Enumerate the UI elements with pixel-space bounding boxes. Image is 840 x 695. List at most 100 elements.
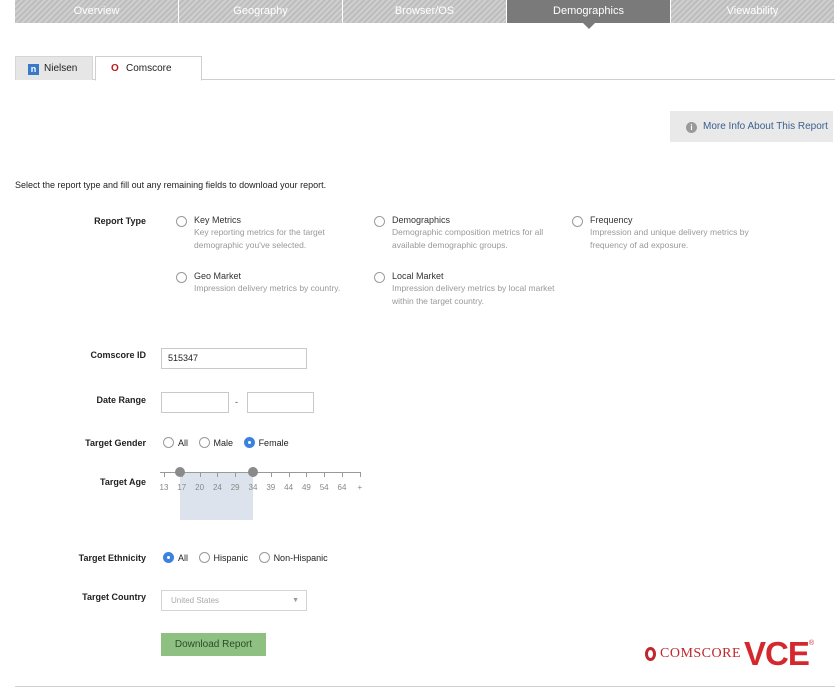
report-type-frequency[interactable]: Frequency Impression and unique delivery… — [572, 215, 762, 252]
tab-demographics-label: Demographics — [553, 5, 624, 17]
target-country-select[interactable]: United States ▼ — [161, 590, 307, 611]
ethnicity-hispanic-label: Hispanic — [213, 553, 249, 563]
age-tick-mark — [164, 472, 165, 477]
age-tick-mark — [342, 472, 343, 477]
radio-ethnicity-hispanic[interactable] — [198, 552, 210, 563]
age-tick-label: 20 — [195, 483, 205, 492]
radio-key-metrics[interactable] — [176, 216, 187, 227]
age-min-handle[interactable] — [175, 467, 185, 477]
target-age-label: Target Age — [99, 477, 146, 487]
tab-comscore[interactable]: O Comscore — [95, 56, 202, 81]
option-description: Impression and unique delivery metrics b… — [590, 227, 749, 250]
top-nav: Overview Geography Browser/OS Demographi… — [15, 0, 835, 29]
footer-divider — [15, 686, 835, 687]
date-range-separator: - — [235, 397, 238, 407]
radio-frequency[interactable] — [572, 216, 583, 227]
tab-demographics[interactable]: Demographics — [507, 0, 671, 29]
target-country-label: Target Country — [82, 592, 146, 602]
gender-all-label: All — [178, 438, 189, 448]
option-title: Frequency — [590, 215, 633, 225]
age-tick-label: + — [357, 483, 363, 492]
target-country-value: United States — [171, 596, 220, 605]
ethnicity-non-hispanic-label: Non-Hispanic — [273, 553, 328, 563]
tab-overview[interactable]: Overview — [15, 0, 179, 23]
nielsen-logo-icon: n — [28, 64, 39, 75]
tab-browser-os[interactable]: Browser/OS — [343, 0, 507, 23]
target-gender-label: Target Gender — [85, 438, 146, 448]
vce-wordmark: VCE — [744, 635, 810, 672]
age-tick-label: 44 — [284, 483, 294, 492]
option-description: Impression delivery metrics by country. — [194, 283, 341, 293]
target-ethnicity-options: All Hispanic Non-Hispanic — [163, 552, 336, 563]
radio-gender-all[interactable] — [163, 437, 174, 448]
age-tick-mark — [199, 472, 201, 477]
date-range-start-input[interactable] — [161, 392, 229, 413]
age-tick-label: 39 — [266, 483, 276, 492]
radio-ethnicity-all[interactable] — [163, 552, 174, 563]
date-range-end-input[interactable] — [247, 392, 314, 413]
age-tick-label: 24 — [212, 483, 222, 492]
option-title: Key Metrics — [194, 215, 242, 225]
ethnicity-all-label: All — [178, 553, 189, 563]
tab-viewability[interactable]: Viewability — [671, 0, 835, 23]
age-slider-track[interactable] — [160, 472, 360, 473]
age-range-selection — [180, 472, 253, 520]
age-tick-mark — [306, 472, 308, 477]
radio-gender-female[interactable] — [243, 437, 255, 448]
ethnicity-option-hispanic[interactable]: Hispanic — [198, 552, 249, 563]
report-type-key-metrics[interactable]: Key Metrics Key reporting metrics for th… — [176, 215, 366, 252]
gender-female-label: Female — [258, 438, 289, 448]
option-description: Demographic composition metrics for all … — [392, 227, 544, 250]
comscore-id-input[interactable]: 515347 — [161, 348, 307, 369]
comscore-logo-icon: O — [111, 63, 119, 74]
radio-local-market[interactable] — [374, 272, 385, 283]
age-max-handle[interactable] — [248, 467, 258, 477]
age-tick-label: 17 — [177, 483, 187, 492]
gender-option-all[interactable]: All — [163, 437, 188, 448]
age-tick-label: 29 — [230, 483, 240, 492]
report-type-label: Report Type — [94, 216, 146, 226]
age-tick-mark — [217, 472, 219, 477]
download-report-button[interactable]: Download Report — [161, 633, 266, 656]
age-tick-mark — [324, 472, 326, 477]
report-type-local-market[interactable]: Local Market Impression delivery metrics… — [374, 271, 564, 308]
option-title: Geo Market — [194, 271, 242, 281]
gender-male-label: Male — [213, 438, 234, 448]
date-range-label: Date Range — [96, 395, 146, 405]
age-tick-mark — [288, 472, 290, 477]
comscore-id-label: Comscore ID — [90, 350, 146, 360]
age-tick-label: 54 — [319, 483, 329, 492]
tab-nielsen-label: Nielsen — [44, 63, 78, 74]
radio-gender-male[interactable] — [198, 437, 210, 448]
target-gender-options: All Male Female — [163, 437, 297, 448]
comscore-mark-icon — [645, 647, 656, 661]
active-tab-caret-icon — [582, 23, 595, 29]
age-tick-label: 34 — [248, 483, 258, 492]
more-info-label: More Info About This Report — [703, 121, 828, 132]
age-tick-label: 13 — [159, 483, 169, 492]
radio-ethnicity-non-hispanic[interactable] — [258, 552, 270, 563]
tab-comscore-label: Comscore — [126, 63, 172, 74]
age-tick-label: 49 — [301, 483, 311, 492]
tab-nielsen[interactable]: n Nielsen — [15, 56, 93, 80]
radio-geo-market[interactable] — [176, 272, 187, 283]
age-tick-label: 64 — [337, 483, 347, 492]
comscore-wordmark: COMSCORE — [660, 646, 742, 661]
gender-option-male[interactable]: Male — [198, 437, 234, 448]
ethnicity-option-non-hispanic[interactable]: Non-Hispanic — [258, 552, 328, 563]
more-info-button[interactable]: i More Info About This Report — [670, 111, 833, 142]
registered-mark: ® — [808, 640, 815, 647]
tab-geography[interactable]: Geography — [179, 0, 343, 23]
option-description: Key reporting metrics for the target dem… — [194, 227, 325, 250]
gender-option-female[interactable]: Female — [243, 437, 289, 448]
report-type-demographics[interactable]: Demographics Demographic composition met… — [374, 215, 564, 252]
radio-demographics[interactable] — [374, 216, 385, 227]
option-title: Demographics — [392, 215, 451, 225]
comscore-vce-logo: COMSCORE VCE ® — [645, 636, 814, 672]
age-tick-mark — [270, 472, 272, 477]
option-title: Local Market — [392, 271, 444, 281]
report-type-geo-market[interactable]: Geo Market Impression delivery metrics b… — [176, 271, 366, 295]
ethnicity-option-all[interactable]: All — [163, 552, 188, 563]
info-icon: i — [686, 122, 697, 133]
age-range-slider[interactable]: 13 17 20 24 29 34 39 44 49 54 64 + — [160, 460, 365, 520]
